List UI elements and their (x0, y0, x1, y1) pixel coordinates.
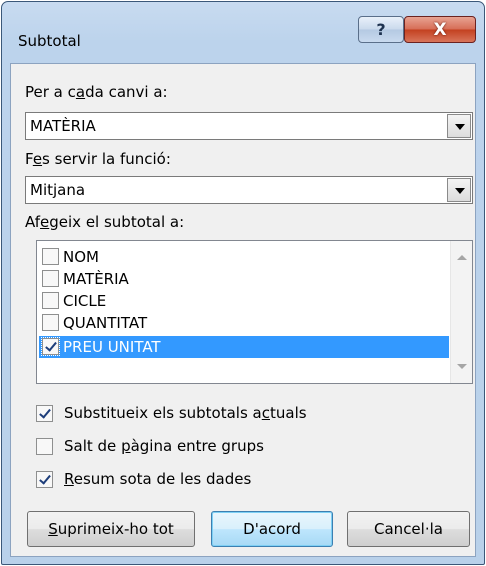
list-item[interactable]: CICLE (39, 290, 449, 312)
scroll-down-icon[interactable] (457, 364, 467, 369)
list-scrollbar[interactable] (450, 241, 472, 383)
chevron-down-icon[interactable] (447, 114, 471, 138)
help-button[interactable]: ? (358, 16, 404, 43)
summary-below-option[interactable]: Resum sota de les dades (36, 469, 436, 491)
list-item-checkbox[interactable] (42, 270, 59, 287)
dialog-title: Subtotal (18, 32, 81, 50)
remove-all-button[interactable]: Suprimeix-ho tot (27, 511, 195, 547)
cancel-button[interactable]: Cancel·la (347, 511, 470, 547)
list-item-checkbox[interactable] (41, 337, 60, 356)
page-break-option[interactable]: Salt de pàgina entre grups (36, 436, 436, 458)
function-select[interactable]: Mitjana (25, 176, 473, 204)
replace-subtotals-checkbox[interactable] (36, 405, 53, 422)
subtotal-dialog: Subtotal ? X Per a cada canvi a: MATÈRIA… (1, 1, 485, 565)
add-subtotal-label: Afegeix el subtotal a: (25, 213, 185, 231)
function-value: Mitjana (30, 181, 86, 199)
group-by-select[interactable]: MATÈRIA (25, 112, 473, 140)
add-subtotal-list[interactable]: NOM MATÈRIA CICLE QUANTITAT PREU UNITAT (36, 240, 473, 384)
help-icon: ? (376, 20, 386, 39)
chevron-down-icon[interactable] (447, 178, 471, 202)
close-button[interactable]: X (404, 16, 476, 43)
scroll-up-icon[interactable] (457, 255, 467, 260)
ok-button[interactable]: D'acord (211, 511, 333, 547)
list-item[interactable]: NOM (39, 246, 449, 268)
group-by-value: MATÈRIA (30, 117, 96, 135)
list-item-checkbox[interactable] (42, 292, 59, 309)
page-break-checkbox[interactable] (36, 438, 53, 455)
close-icon: X (433, 19, 447, 40)
list-item-selected[interactable]: PREU UNITAT (39, 336, 449, 358)
summary-below-checkbox[interactable] (36, 471, 53, 488)
title-bar[interactable]: Subtotal ? X (2, 2, 484, 62)
replace-subtotals-option[interactable]: Substitueix els subtotals actuals (36, 403, 436, 425)
list-item-checkbox[interactable] (42, 248, 59, 265)
group-by-label: Per a cada canvi a: (25, 83, 168, 101)
list-item-checkbox[interactable] (42, 314, 59, 331)
function-label: Fes servir la funció: (25, 150, 171, 168)
list-item[interactable]: MATÈRIA (39, 268, 449, 290)
list-item[interactable]: QUANTITAT (39, 312, 449, 334)
